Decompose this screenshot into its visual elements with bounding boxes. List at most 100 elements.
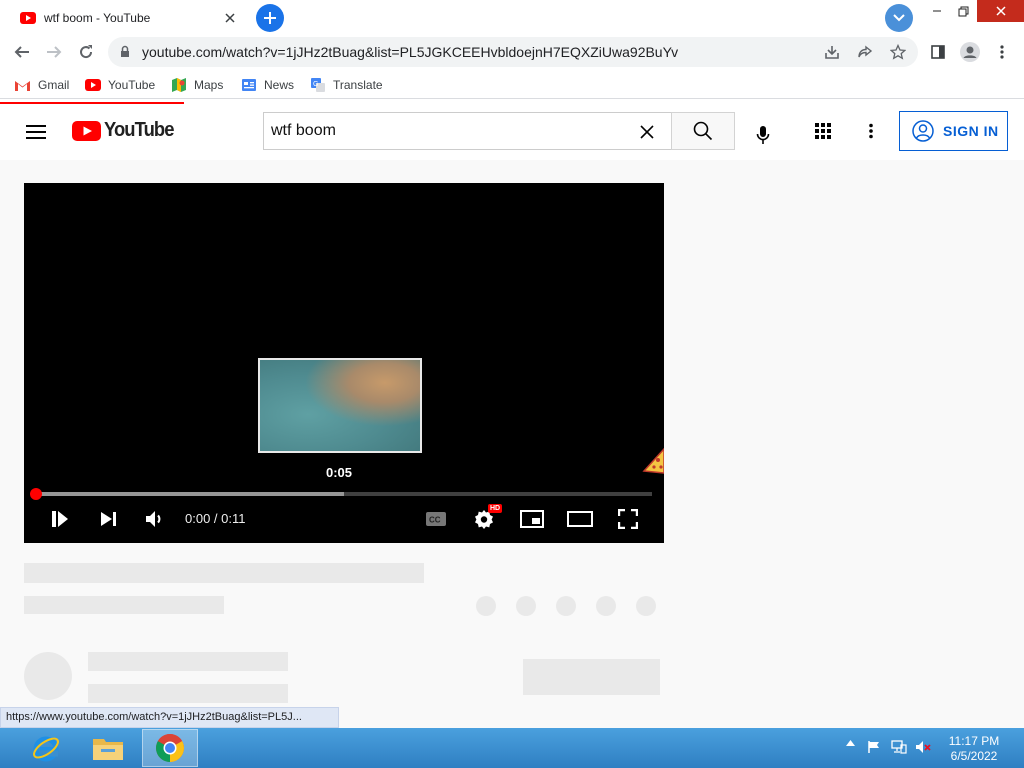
reload-button[interactable] [72,38,100,66]
settings-menu-button[interactable] [857,117,885,145]
theater-mode-icon [567,511,593,527]
settings-button[interactable]: HD [470,504,503,533]
scrubber-handle[interactable] [30,488,42,500]
voice-search-button[interactable] [743,115,783,155]
taskbar-chrome[interactable] [142,729,198,767]
subtitles-button[interactable]: CC [422,505,450,533]
tab-title: wtf boom - YouTube [44,11,151,25]
taskbar-internet-explorer[interactable] [18,729,74,767]
sign-in-label: SIGN IN [943,123,999,139]
clock-date: 6/5/2022 [950,749,998,763]
browser-toolbar: youtube.com/watch?v=1jJHz2tBuag&list=PL5… [0,34,1024,70]
mute-button[interactable] [141,505,169,533]
search-button[interactable] [671,112,735,150]
youtube-masthead: YouTube SIGN IN [0,104,1024,160]
profile-button[interactable] [956,38,984,66]
hover-progress [36,492,344,496]
scrub-preview-time: 0:05 [325,465,353,480]
install-app-icon[interactable] [822,42,842,62]
network-status[interactable] [890,740,908,754]
new-tab-button[interactable] [256,4,284,32]
theater-mode-button[interactable] [566,505,594,533]
progress-bar[interactable] [30,488,652,500]
forward-button[interactable] [40,38,68,66]
bookmark-gmail[interactable]: Gmail [14,76,69,94]
system-clock[interactable]: 11:17 PM 6/5/2022 [944,734,1004,764]
search-box[interactable] [263,112,671,150]
account-circle-icon [912,120,934,142]
browser-tab[interactable]: wtf boom - YouTube [8,3,248,33]
fullscreen-button[interactable] [614,505,642,533]
title-skeleton [24,563,424,583]
action-skeleton [556,596,576,616]
search-icon [693,121,713,141]
hamburger-menu-icon [26,125,46,139]
link-status-bubble: https://www.youtube.com/watch?v=1jJHz2tB… [0,707,339,728]
chrome-menu-button[interactable] [988,38,1016,66]
bookmark-translate[interactable]: G Translate [310,76,383,94]
action-skeleton [476,596,496,616]
bookmark-label: Gmail [38,78,70,92]
youtube-favicon-icon [20,12,36,24]
minimize-icon [933,10,941,12]
internet-explorer-icon [33,736,59,762]
bookmark-label: Translate [333,78,383,92]
bookmark-youtube[interactable]: YouTube [85,76,155,94]
bookmark-star-icon[interactable] [888,42,908,62]
window-restore-button[interactable] [950,0,976,22]
taskbar-file-explorer[interactable] [80,729,136,767]
volume-muted-icon [916,741,931,753]
address-bar[interactable]: youtube.com/watch?v=1jJHz2tBuag&list=PL5… [108,37,918,67]
views-skeleton [24,596,224,614]
channel-name-skeleton [88,652,288,671]
play-pause-button[interactable] [46,505,74,533]
window-minimize-button[interactable] [922,0,952,22]
side-panel-button[interactable] [924,38,952,66]
channel-avatar-skeleton [24,652,72,700]
tab-close-icon[interactable] [222,10,238,26]
sign-in-button[interactable]: SIGN IN [899,111,1008,151]
bookmark-news[interactable]: News [241,76,294,94]
play-pause-icon [52,511,68,527]
bookmark-label: News [264,78,295,92]
action-center-flag[interactable] [866,740,882,754]
chevron-down-icon [893,14,905,22]
arrow-right-icon [47,46,62,58]
guide-menu-button[interactable] [22,120,50,144]
clear-search-button[interactable] [636,121,658,143]
pizza-slice-icon [642,447,664,474]
window-close-button[interactable] [977,0,1024,22]
miniplayer-button[interactable] [518,505,546,533]
youtube-wordmark: YouTube [104,119,174,141]
close-icon [640,125,654,139]
video-player[interactable]: 0:05 0:00 / 0:11 CC HD [24,183,664,543]
share-icon[interactable] [855,42,875,62]
svg-text:CC: CC [429,516,441,525]
volume-control[interactable] [914,740,932,754]
action-skeleton [596,596,616,616]
tab-search-button[interactable] [885,4,913,32]
subscriber-count-skeleton [88,684,288,703]
file-explorer-icon [93,739,123,760]
search-input[interactable] [264,113,631,149]
lock-icon[interactable] [120,45,130,58]
bookmark-maps[interactable]: Maps [171,76,223,94]
subscribe-button-skeleton [523,659,660,695]
kebab-menu-icon [1000,45,1004,59]
youtube-apps-button[interactable] [809,117,837,145]
hd-badge: HD [488,504,503,513]
side-panel-icon [931,45,945,59]
bookmark-label: Maps [194,78,224,92]
youtube-logo[interactable]: YouTube [72,119,180,142]
reload-icon [80,45,93,59]
scrub-preview-thumbnail [258,358,422,453]
bookmarks-bar: Gmail YouTube Maps News G Translate [0,70,1024,99]
show-hidden-icons-button[interactable] [844,740,856,746]
back-button[interactable] [8,38,36,66]
next-button[interactable] [94,505,122,533]
kebab-menu-icon [869,123,873,139]
svg-text:G: G [313,81,318,88]
time-display: 0:00 / 0:11 [185,511,246,526]
address-url[interactable]: youtube.com/watch?v=1jJHz2tBuag&list=PL5… [142,44,678,60]
action-skeleton [516,596,536,616]
